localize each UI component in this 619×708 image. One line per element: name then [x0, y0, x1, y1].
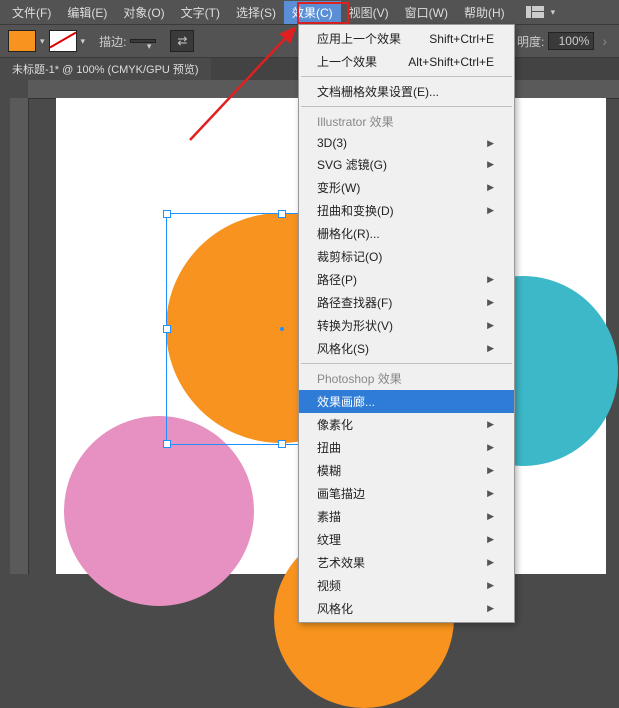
menu-warp[interactable]: 变形(W)▶: [299, 176, 514, 199]
menu-edit[interactable]: 编辑(E): [59, 1, 115, 24]
menu-effect-gallery[interactable]: 效果画廊...: [299, 390, 514, 413]
submenu-arrow-icon: ▶: [487, 138, 494, 149]
menu-3d[interactable]: 3D(3)▶: [299, 133, 514, 153]
menu-view[interactable]: 视图(V): [341, 1, 397, 24]
menu-video[interactable]: 视频▶: [299, 574, 514, 597]
submenu-arrow-icon: ▶: [487, 442, 494, 453]
menu-blur[interactable]: 模糊▶: [299, 459, 514, 482]
menu-stylize-ai[interactable]: 风格化(S)▶: [299, 337, 514, 360]
submenu-arrow-icon: ▶: [487, 580, 494, 591]
submenu-arrow-icon: ▶: [487, 343, 494, 354]
chevron-down-icon[interactable]: ▾: [40, 36, 45, 47]
submenu-arrow-icon: ▶: [487, 419, 494, 430]
menu-sketch[interactable]: 素描▶: [299, 505, 514, 528]
stroke-weight-dropdown[interactable]: [130, 39, 156, 43]
menu-stylize-ps[interactable]: 风格化▶: [299, 597, 514, 620]
menu-last-effect[interactable]: 上一个效果Alt+Shift+Ctrl+E: [299, 50, 514, 73]
menu-object[interactable]: 对象(O): [115, 1, 172, 24]
swap-button[interactable]: ⇄: [170, 30, 194, 52]
menu-help[interactable]: 帮助(H): [456, 1, 513, 24]
submenu-arrow-icon: ▶: [487, 182, 494, 193]
menu-artistic[interactable]: 艺术效果▶: [299, 551, 514, 574]
menu-type[interactable]: 文字(T): [173, 1, 228, 24]
menu-doc-raster-settings[interactable]: 文档栅格效果设置(E)...: [299, 80, 514, 103]
submenu-arrow-icon: ▶: [487, 159, 494, 170]
stroke-swatch[interactable]: [49, 30, 77, 52]
chevron-down-icon[interactable]: ▾: [551, 7, 556, 18]
submenu-arrow-icon: ▶: [487, 274, 494, 285]
submenu-arrow-icon: ▶: [487, 465, 494, 476]
photoshop-effects-header: Photoshop 效果: [299, 367, 514, 390]
menu-brush-strokes[interactable]: 画笔描边▶: [299, 482, 514, 505]
fill-swatch[interactable]: [8, 30, 36, 52]
vertical-ruler[interactable]: [10, 98, 29, 574]
menu-svg-filters[interactable]: SVG 滤镜(G)▶: [299, 153, 514, 176]
menu-apply-last-effect[interactable]: 应用上一个效果Shift+Ctrl+E: [299, 27, 514, 50]
layout-icon[interactable]: [521, 3, 549, 21]
submenu-arrow-icon: ▶: [487, 205, 494, 216]
submenu-arrow-icon: ▶: [487, 320, 494, 331]
submenu-arrow-icon: ▶: [487, 557, 494, 568]
menu-rasterize[interactable]: 栅格化(R)...: [299, 222, 514, 245]
menu-pathfinder[interactable]: 路径查找器(F)▶: [299, 291, 514, 314]
menu-distort-transform[interactable]: 扭曲和变换(D)▶: [299, 199, 514, 222]
document-tab[interactable]: 未标题-1* @ 100% (CMYK/GPU 预览): [0, 58, 211, 80]
opacity-field[interactable]: 100%: [548, 32, 594, 50]
chevron-down-icon[interactable]: ▾: [81, 36, 86, 47]
submenu-arrow-icon: ▶: [487, 603, 494, 614]
menubar: 文件(F) 编辑(E) 对象(O) 文字(T) 选择(S) 效果(C) 视图(V…: [0, 0, 619, 24]
stroke-label: 描边:: [99, 33, 126, 50]
menu-path[interactable]: 路径(P)▶: [299, 268, 514, 291]
menu-pixelate[interactable]: 像素化▶: [299, 413, 514, 436]
menu-file[interactable]: 文件(F): [4, 1, 59, 24]
illustrator-effects-header: Illustrator 效果: [299, 110, 514, 133]
menu-convert-shape[interactable]: 转换为形状(V)▶: [299, 314, 514, 337]
submenu-arrow-icon: ▶: [487, 488, 494, 499]
opacity-label: 明度:: [517, 33, 544, 50]
menu-window[interactable]: 窗口(W): [397, 1, 456, 24]
submenu-arrow-icon: ▶: [487, 534, 494, 545]
submenu-arrow-icon: ▶: [487, 297, 494, 308]
menu-distort-ps[interactable]: 扭曲▶: [299, 436, 514, 459]
effect-dropdown: 应用上一个效果Shift+Ctrl+E 上一个效果Alt+Shift+Ctrl+…: [298, 24, 515, 623]
menu-effect[interactable]: 效果(C): [284, 1, 341, 24]
menu-crop-marks[interactable]: 裁剪标记(O): [299, 245, 514, 268]
nav-next-icon[interactable]: ›: [598, 33, 611, 49]
submenu-arrow-icon: ▶: [487, 511, 494, 522]
menu-texture[interactable]: 纹理▶: [299, 528, 514, 551]
menu-select[interactable]: 选择(S): [228, 1, 284, 24]
